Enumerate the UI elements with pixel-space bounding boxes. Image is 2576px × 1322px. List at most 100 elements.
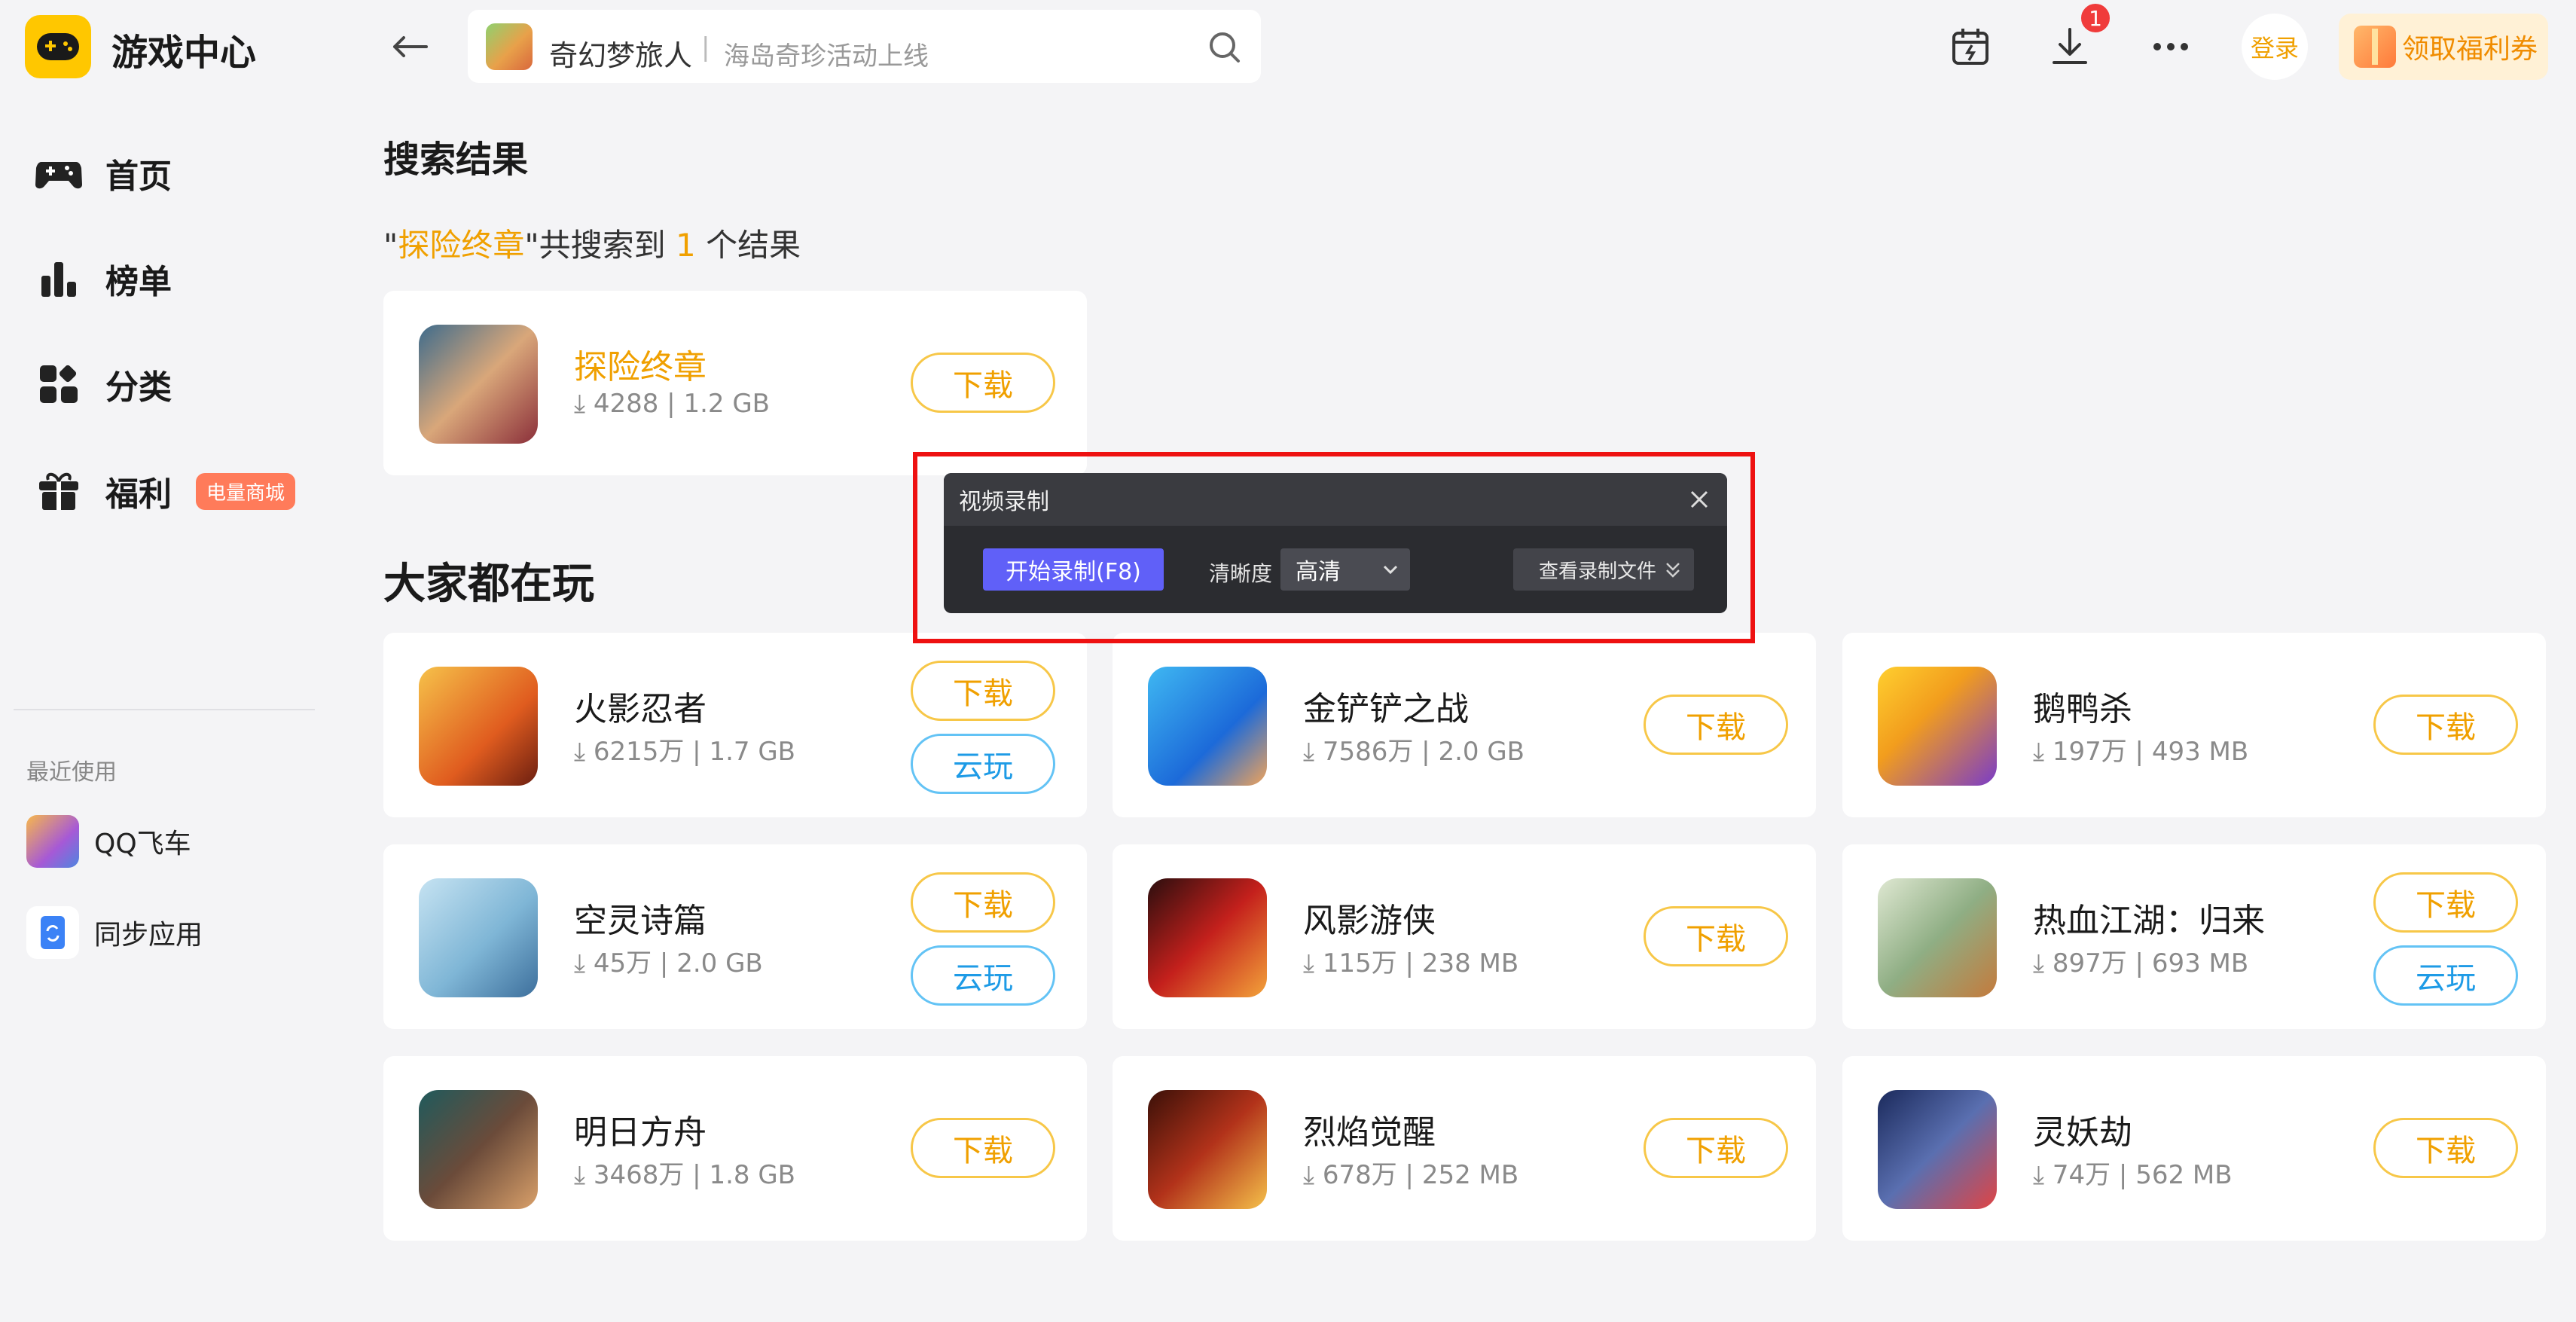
recent-section-title: 最近使用 [26,759,117,786]
category-grid-icon [35,360,83,408]
chevron-down-icon [1383,565,1398,575]
recent-item-sync-app[interactable]: 同步应用 [26,905,203,960]
sync-app-icon [26,906,79,959]
game-meta: ⤓ 7586万 | 2.0 GB [1303,737,1525,767]
download-count: 6215万 [593,737,685,767]
game-name: 鹅鸭杀 [2033,690,2132,728]
game-card[interactable]: 风影游侠 ⤓ 115万 | 238 MB 下载 [1113,844,1816,1029]
download-button[interactable]: 下载 [911,353,1055,413]
sidebar-item-category[interactable]: 分类 [35,354,321,414]
game-card[interactable]: 火影忍者 ⤓ 6215万 | 1.7 GB 下载 云玩 [383,633,1087,817]
game-name: 烈焰觉醒 [1303,1113,1436,1152]
game-size: 2.0 GB [676,948,763,979]
search-box[interactable]: 奇幻梦旅人 | 海岛奇珍活动上线 [468,10,1261,83]
game-meta: ⤓ 897万 | 693 MB [2033,948,2249,979]
download-button[interactable]: 下载 [2373,1118,2518,1178]
arrow-left-icon[interactable] [387,24,432,69]
sidebar-item-ranking[interactable]: 榜单 [35,249,321,309]
download-button[interactable]: 下载 [911,872,1055,933]
game-meta: ⤓ 6215万 | 1.7 GB [574,737,796,767]
quality-select[interactable]: 高清 [1280,548,1410,591]
download-button[interactable]: 下载 [2373,695,2518,755]
game-icon [419,1090,538,1209]
cloud-play-button[interactable]: 云玩 [2373,945,2518,1006]
game-icon [1148,878,1267,997]
gamepad-icon [35,149,83,197]
game-meta: ⤓ 4288 | 1.2 GB [574,389,771,419]
download-button[interactable]: 下载 [1644,906,1788,966]
game-meta: ⤓ 3468万 | 1.8 GB [574,1160,796,1190]
download-count-badge: 1 [2079,2,2112,35]
game-size: 2.0 GB [1438,737,1525,767]
game-icon [1878,667,1997,786]
download-button[interactable]: 下载 [2373,872,2518,933]
download-button[interactable]: 下载 [1644,695,1788,755]
search-results-heading: 搜索结果 [383,139,529,181]
gamepad-icon[interactable] [25,15,91,78]
claim-coupon-button[interactable]: 领取福利券 [2339,14,2548,80]
game-size: 493 MB [2151,737,2249,767]
game-name: 金铲铲之战 [1303,690,1469,728]
double-chevron-down-icon [1666,563,1680,578]
search-separator: | [701,32,710,63]
game-name: 风影游侠 [1303,902,1436,940]
game-card[interactable]: 金铲铲之战 ⤓ 7586万 | 2.0 GB 下载 [1113,633,1816,817]
recording-title: 视频录制 [959,489,1049,515]
recent-item-qq-speed[interactable]: QQ飞车 [26,814,191,869]
game-card[interactable]: 热血江湖：归来 ⤓ 897万 | 693 MB 下载 云玩 [1842,844,2546,1029]
download-count: 897万 [2052,948,2127,979]
view-recordings-button[interactable]: 查看录制文件 [1513,548,1694,591]
game-meta: ⤓ 197万 | 493 MB [2033,737,2249,767]
game-size: 693 MB [2151,948,2249,979]
download-count: 197万 [2052,737,2127,767]
game-icon [1148,1090,1267,1209]
search-game-thumbnail [486,23,533,70]
download-count: 7586万 [1322,737,1414,767]
search-result-card[interactable]: 探险终章 ⤓ 4288 | 1.2 GB 下载 [383,291,1087,475]
search-result-summary: "探险终章"共搜索到 1 个结果 [383,220,801,266]
game-meta: ⤓ 678万 | 252 MB [1303,1160,1519,1190]
summary-suffix: 个结果 [695,227,801,264]
sidebar-item-label: 榜单 [105,263,172,301]
download-button[interactable]: 下载 [1644,1118,1788,1178]
game-name: 探险终章 [574,348,707,386]
game-icon [1878,1090,1997,1209]
download-count: 3468万 [593,1160,685,1190]
recent-item-label: QQ飞车 [94,829,191,859]
download-button[interactable]: 下载 [911,661,1055,721]
result-count: 1 [676,227,696,264]
search-icon[interactable] [1207,29,1243,66]
sidebar-item-home[interactable]: 首页 [35,143,321,203]
bar-chart-icon [35,255,83,303]
game-icon [1148,667,1267,786]
game-card[interactable]: 灵妖劫 ⤓ 74万 | 562 MB 下载 [1842,1056,2546,1241]
download-count: 115万 [1322,948,1397,979]
game-icon [419,878,538,997]
view-recordings-label: 查看录制文件 [1539,560,1657,583]
login-button[interactable]: 登录 [2242,14,2308,80]
cloud-play-button[interactable]: 云玩 [911,734,1055,794]
game-icon [1878,878,1997,997]
game-name: 灵妖劫 [2033,1113,2132,1152]
gift-icon [35,467,83,515]
game-size: 238 MB [1421,948,1519,979]
app-title: 游戏中心 [111,32,257,74]
game-size: 562 MB [2135,1160,2233,1190]
cloud-play-button[interactable]: 云玩 [911,945,1055,1006]
quality-value: 高清 [1296,559,1341,585]
sidebar-item-welfare[interactable]: 福利 电量商城 [35,461,321,521]
sidebar-item-label: 分类 [105,368,172,407]
game-card[interactable]: 空灵诗篇 ⤓ 45万 | 2.0 GB 下载 云玩 [383,844,1087,1029]
calendar-icon[interactable] [1948,24,1993,69]
search-subtitle: 海岛奇珍活动上线 [724,41,929,72]
game-icon [419,325,538,444]
game-card[interactable]: 烈焰觉醒 ⤓ 678万 | 252 MB 下载 [1113,1056,1816,1241]
game-card[interactable]: 明日方舟 ⤓ 3468万 | 1.8 GB 下载 [383,1056,1087,1241]
game-card[interactable]: 鹅鸭杀 ⤓ 197万 | 493 MB 下载 [1842,633,2546,817]
game-size: 1.7 GB [709,737,796,767]
close-icon[interactable] [1688,488,1711,511]
start-recording-button[interactable]: 开始录制(F8) [983,548,1164,591]
download-count: 45万 [593,948,652,979]
download-button[interactable]: 下载 [911,1118,1055,1178]
more-icon[interactable] [2148,24,2193,69]
